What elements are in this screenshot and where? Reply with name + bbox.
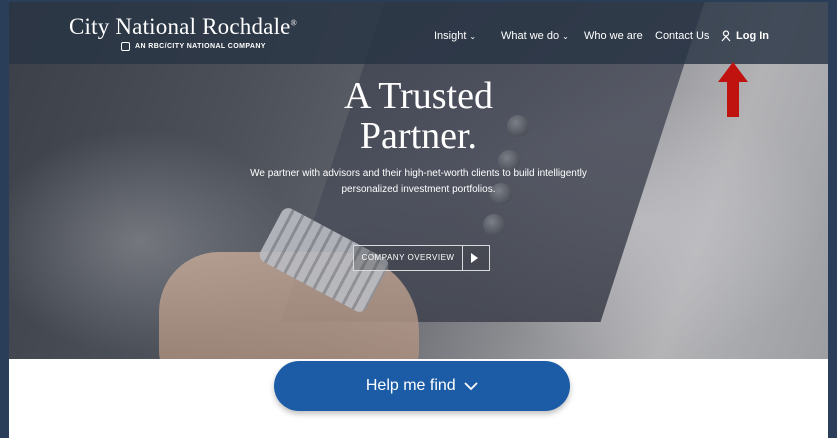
sleeve-button-image <box>483 214 505 236</box>
hero-headline-line1: A Trusted <box>344 75 493 117</box>
brand-seal-icon <box>121 42 130 51</box>
brand-logo[interactable]: City National Rochdale® <box>69 14 297 40</box>
chevron-down-icon: ⌄ <box>562 32 569 41</box>
play-icon <box>471 253 478 263</box>
company-overview-label: COMPANY OVERVIEW <box>354 246 463 270</box>
nav-log-in[interactable]: Log In <box>736 30 769 42</box>
brand-subtitle: AN RBC/CITY NATIONAL COMPANY <box>135 43 266 50</box>
company-overview-button[interactable]: COMPANY OVERVIEW <box>353 245 490 271</box>
nav-contact-us[interactable]: Contact Us <box>655 30 709 42</box>
hero-headline-line2: Partner. <box>359 115 478 157</box>
help-me-find-label: Help me find <box>274 361 570 411</box>
nav-insight[interactable]: Insight ⌄ <box>434 30 476 42</box>
nav-who-we-are[interactable]: Who we are <box>584 30 643 42</box>
help-me-find-button[interactable]: Help me find <box>274 361 570 411</box>
nav-what-we-do[interactable]: What we do ⌄ <box>501 30 569 42</box>
user-icon <box>721 30 731 42</box>
hero-subtext-line1: We partner with advisors and their high-… <box>250 168 587 179</box>
top-navbar: City National Rochdale® AN RBC/CITY NATI… <box>9 2 828 64</box>
chevron-down-icon <box>464 382 478 391</box>
hero-subtext-line2: personalized investment portfolios. <box>341 184 496 195</box>
chevron-down-icon: ⌄ <box>469 32 477 41</box>
